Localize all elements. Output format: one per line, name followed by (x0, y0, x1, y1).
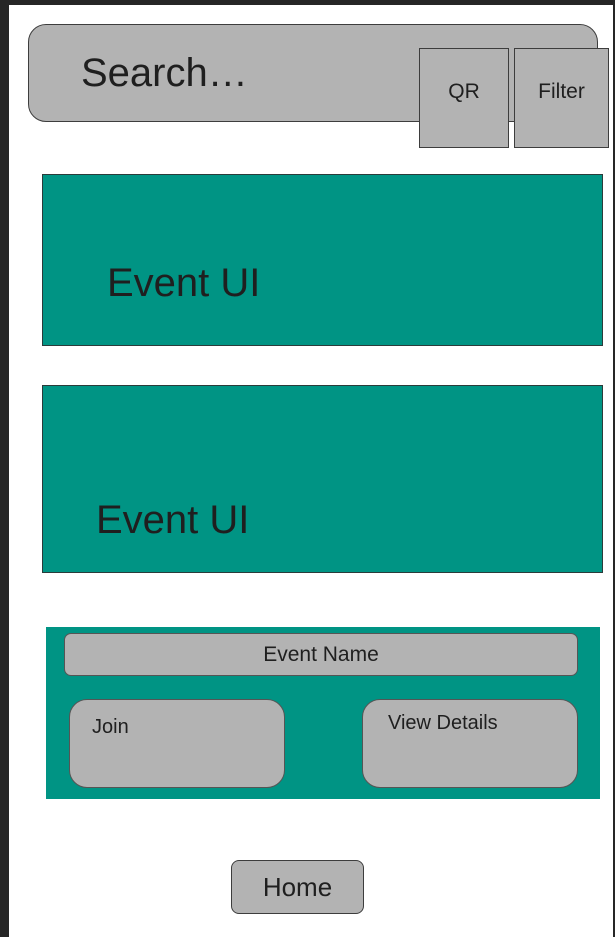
view-details-button[interactable]: View Details (362, 699, 578, 788)
event-name: Event Name (64, 633, 578, 676)
search-bar[interactable]: Search… QR Filter (28, 24, 609, 148)
join-button[interactable]: Join (69, 699, 285, 788)
app-screen: Search… QR Filter Event UI Event UI Even… (9, 5, 613, 937)
event-card[interactable]: Event UI (42, 174, 603, 346)
search-input[interactable]: Search… (81, 49, 248, 97)
event-card[interactable]: Event UI (42, 385, 603, 573)
filter-button[interactable]: Filter (514, 48, 609, 148)
event-card-label: Event UI (96, 498, 250, 542)
qr-button[interactable]: QR (419, 48, 509, 148)
home-button[interactable]: Home (231, 860, 364, 914)
event-card-label: Event UI (107, 261, 261, 305)
event-detail-card: Event Name Join View Details (46, 627, 600, 799)
